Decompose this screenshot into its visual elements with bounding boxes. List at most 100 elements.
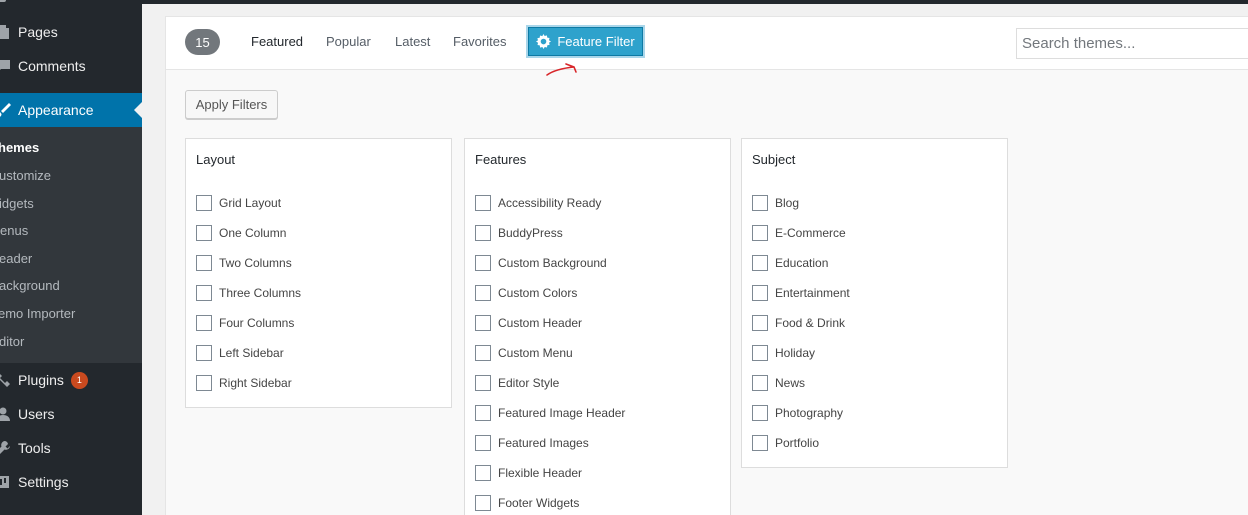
checkbox[interactable]	[475, 345, 491, 361]
checkbox[interactable]	[196, 315, 212, 331]
apply-filters-button[interactable]: Apply Filters	[185, 90, 278, 119]
checkbox[interactable]	[475, 495, 491, 511]
menu-appearance[interactable]: Appearance	[0, 93, 142, 127]
menu-label: Tools	[18, 440, 51, 456]
submenu-header[interactable]: eader	[0, 251, 32, 271]
filter-option[interactable]: Blog	[752, 194, 799, 212]
filter-group-layout: Layout Grid Layout One Column Two Column…	[185, 138, 452, 408]
filter-option[interactable]: One Column	[196, 224, 286, 242]
filter-option[interactable]: Footer Widgets	[475, 494, 579, 512]
filter-option[interactable]: Two Columns	[196, 254, 292, 272]
filter-option[interactable]: Photography	[752, 404, 843, 422]
filter-option[interactable]: Four Columns	[196, 314, 294, 332]
menu-label: Comments	[18, 58, 86, 74]
filter-option[interactable]: Accessibility Ready	[475, 194, 601, 212]
feature-filter-button[interactable]: Feature Filter	[528, 27, 643, 56]
checkbox[interactable]	[196, 345, 212, 361]
checkbox[interactable]	[475, 285, 491, 301]
theme-count-badge: 15	[185, 29, 220, 55]
filter-option[interactable]: Education	[752, 254, 828, 272]
submenu-themes[interactable]: hemes	[0, 140, 39, 160]
appearance-brush-icon	[0, 101, 12, 119]
filter-option[interactable]: Food & Drink	[752, 314, 845, 332]
filter-group-title: Features	[475, 152, 527, 167]
active-indicator	[134, 102, 142, 118]
filter-option[interactable]: Portfolio	[752, 434, 819, 452]
checkbox[interactable]	[752, 435, 768, 451]
filter-option[interactable]: Holiday	[752, 344, 815, 362]
submenu-customize[interactable]: ustomize	[0, 168, 51, 188]
users-icon	[0, 405, 12, 423]
checkbox[interactable]	[196, 285, 212, 301]
top-menu-fragment[interactable]	[0, 0, 142, 6]
checkbox[interactable]	[475, 405, 491, 421]
submenu-editor[interactable]: ditor	[0, 334, 24, 354]
tab-latest[interactable]: Latest	[395, 34, 430, 49]
menu-comments[interactable]: Comments	[0, 49, 142, 83]
submenu-widgets[interactable]: idgets	[0, 196, 34, 216]
submenu-background[interactable]: ackground	[0, 278, 60, 298]
checkbox[interactable]	[752, 195, 768, 211]
menu-label: Appearance	[18, 102, 94, 118]
filter-option[interactable]: Custom Colors	[475, 284, 577, 302]
filter-group-features: Features Accessibility Ready BuddyPress …	[464, 138, 731, 515]
checkbox[interactable]	[196, 255, 212, 271]
tab-favorites[interactable]: Favorites	[453, 34, 506, 49]
checkbox[interactable]	[752, 315, 768, 331]
checkbox[interactable]	[475, 195, 491, 211]
menu-pages[interactable]: Pages	[0, 15, 142, 49]
filter-group-title: Subject	[752, 152, 796, 167]
filter-option[interactable]: BuddyPress	[475, 224, 563, 242]
menu-plugins[interactable]: Plugins 1	[0, 363, 142, 397]
filter-option[interactable]: Featured Image Header	[475, 404, 625, 422]
filter-group-title: Layout	[196, 152, 236, 167]
checkbox[interactable]	[752, 405, 768, 421]
filter-option[interactable]: E-Commerce	[752, 224, 846, 242]
filter-group-subject: Subject Blog E-Commerce Education Entert…	[741, 138, 1008, 468]
menu-label: Plugins	[18, 372, 64, 388]
tab-popular[interactable]: Popular	[326, 34, 371, 49]
filter-option[interactable]: Custom Menu	[475, 344, 573, 362]
filter-option[interactable]: Custom Header	[475, 314, 582, 332]
filter-option[interactable]: Editor Style	[475, 374, 559, 392]
checkbox[interactable]	[475, 435, 491, 451]
filter-option[interactable]: Left Sidebar	[196, 344, 284, 362]
checkbox[interactable]	[752, 255, 768, 271]
filter-option[interactable]: Entertainment	[752, 284, 850, 302]
plugins-icon	[0, 371, 12, 389]
search-themes-input[interactable]	[1016, 28, 1248, 59]
filter-option[interactable]: News	[752, 374, 805, 392]
checkbox[interactable]	[475, 465, 491, 481]
checkbox[interactable]	[196, 195, 212, 211]
gear-icon	[536, 34, 552, 49]
submenu-menus[interactable]: enus	[0, 223, 28, 243]
checkbox[interactable]	[752, 375, 768, 391]
menu-users[interactable]: Users	[0, 397, 142, 431]
tools-icon	[0, 439, 12, 457]
checkbox[interactable]	[196, 375, 212, 391]
filter-option[interactable]: Three Columns	[196, 284, 301, 302]
tab-featured[interactable]: Featured	[251, 34, 303, 49]
menu-tools[interactable]: Tools	[0, 431, 142, 465]
filter-option[interactable]: Flexible Header	[475, 464, 582, 482]
menu-label: Pages	[18, 24, 58, 40]
menu-settings[interactable]: Settings	[0, 465, 142, 499]
checkbox[interactable]	[475, 225, 491, 241]
filter-option[interactable]: Custom Background	[475, 254, 607, 272]
checkbox[interactable]	[475, 255, 491, 271]
appearance-submenu: hemes ustomize idgets enus eader ackgrou…	[0, 127, 142, 363]
checkbox[interactable]	[475, 315, 491, 331]
submenu-demo-importer[interactable]: emo Importer	[0, 306, 75, 326]
checkbox[interactable]	[196, 225, 212, 241]
filter-option[interactable]: Grid Layout	[196, 194, 281, 212]
checkbox[interactable]	[752, 285, 768, 301]
posts-icon	[0, 0, 6, 2]
checkbox[interactable]	[752, 225, 768, 241]
plugins-update-badge: 1	[70, 371, 88, 389]
checkbox[interactable]	[752, 345, 768, 361]
admin-bar-edge	[142, 0, 1248, 4]
filter-option[interactable]: Right Sidebar	[196, 374, 292, 392]
filter-option[interactable]: Featured Images	[475, 434, 589, 452]
pages-icon	[0, 23, 12, 41]
checkbox[interactable]	[475, 375, 491, 391]
